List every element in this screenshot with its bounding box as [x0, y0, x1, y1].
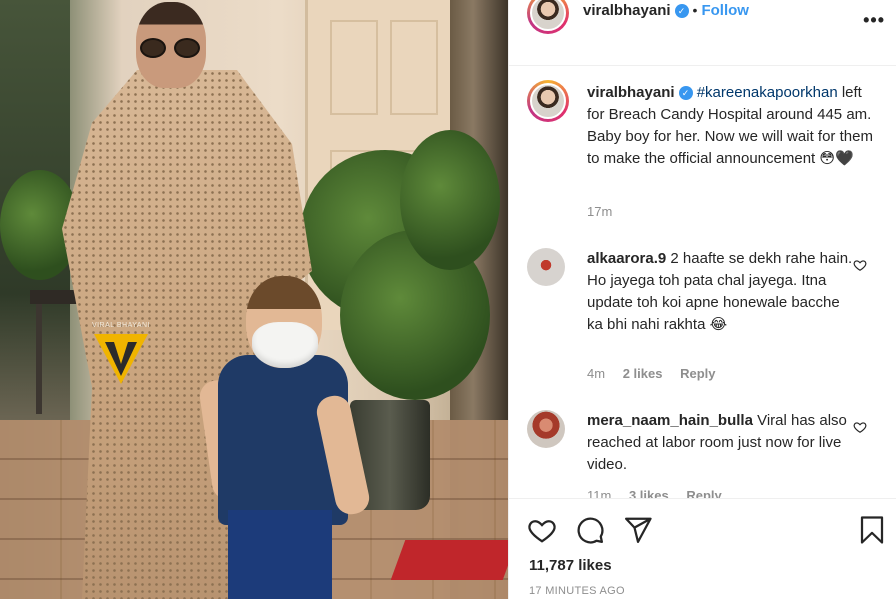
comment-row: mera_naam_hain_bulla Viral has also reac…	[509, 400, 896, 498]
commenter-avatar[interactable]	[527, 410, 565, 448]
verified-badge-icon: ✓	[674, 4, 689, 18]
verified-badge-icon: ✓	[678, 86, 693, 100]
post-header: viralbhayani ✓ • Follow •••	[509, 0, 896, 66]
face-mask	[252, 322, 318, 368]
comment-username[interactable]: alkaarora.9	[587, 250, 666, 267]
caption-row: viralbhayani ✓ #kareenakapoorkhan left fo…	[509, 66, 896, 226]
comment-likes[interactable]: 2 likes	[623, 366, 663, 381]
caption-hashtag[interactable]: #kareenakapoorkhan	[697, 84, 838, 101]
child-pants	[228, 510, 332, 599]
more-icon[interactable]: •••	[863, 10, 885, 31]
watermark-v-icon	[94, 334, 148, 384]
watermark-logo: VIRAL BHAYANI	[90, 322, 152, 388]
comment-likes[interactable]: 3 likes	[629, 488, 669, 498]
red-rug	[390, 540, 508, 580]
post-timestamp: 17 MINUTES AGO	[529, 585, 625, 597]
sunglasses	[140, 38, 204, 58]
bookmark-icon[interactable]	[857, 515, 887, 545]
follow-button[interactable]: Follow	[701, 2, 749, 19]
comment-like-heart-icon[interactable]	[853, 258, 867, 272]
post-photo[interactable]: VIRAL BHAYANI	[0, 0, 508, 599]
caption-avatar[interactable]	[527, 80, 569, 122]
author-avatar[interactable]	[527, 0, 569, 34]
comment-time: 11m	[587, 488, 612, 498]
post-side-panel: viralbhayani ✓ • Follow ••• viralbhayani ✓ #…	[508, 0, 896, 599]
comments-list[interactable]: viralbhayani ✓ #kareenakapoorkhan left fo…	[509, 66, 896, 498]
comment-username[interactable]: mera_naam_hain_bulla	[587, 412, 753, 429]
likes-count[interactable]: 11,787 likes	[529, 557, 612, 574]
commenter-avatar[interactable]	[527, 248, 565, 286]
comment-icon[interactable]	[575, 515, 605, 545]
comment-time: 4m	[587, 366, 606, 381]
heart-icon[interactable]	[527, 515, 557, 545]
separator-dot: •	[692, 2, 698, 18]
caption-time: 17m	[587, 204, 613, 219]
comment-like-heart-icon[interactable]	[853, 420, 867, 434]
reply-button[interactable]: Reply	[686, 488, 721, 498]
share-icon[interactable]	[623, 515, 653, 545]
comment-row: alkaarora.9 2 haafte se dekh rahe hain. …	[509, 236, 896, 386]
caption-username[interactable]: viralbhayani	[587, 84, 675, 101]
action-bar: 11,787 likes 17 MINUTES AGO	[509, 498, 896, 599]
author-username[interactable]: viralbhayani	[583, 2, 671, 19]
reply-button[interactable]: Reply	[680, 366, 715, 381]
